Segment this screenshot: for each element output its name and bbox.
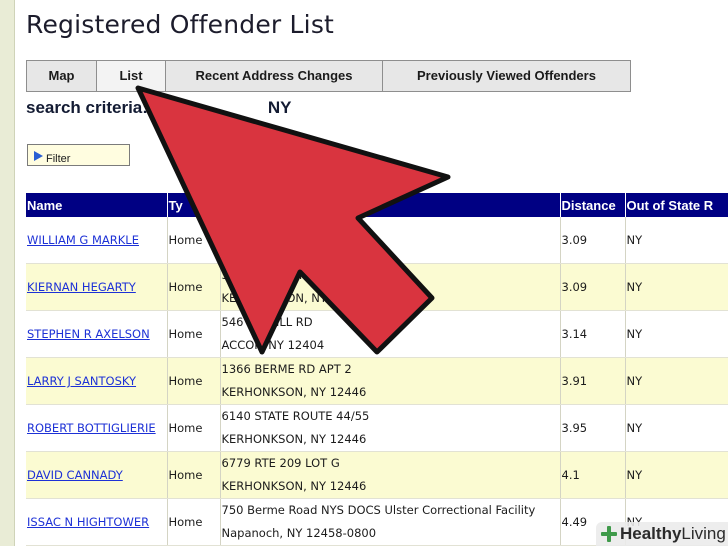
tab-recent-address-changes[interactable]: Recent Address Changes [165, 60, 383, 92]
address-line-1: 6140 STATE ROUTE 44/55 [221, 409, 370, 423]
address-line-1: 1366 BERME RD APT 2 [221, 362, 352, 376]
offender-name-link[interactable]: DAVID CANNADY [27, 468, 123, 482]
offender-table: Name Ty Distance Out of State R WILLIAM … [26, 193, 728, 546]
tab-bar: Map List Recent Address Changes Previous… [26, 60, 631, 92]
out-of-state-cell: NY [625, 310, 728, 358]
out-of-state-cell: NY [625, 217, 728, 264]
offender-name-link[interactable]: ROBERT BOTTIGLIERIE [27, 421, 156, 435]
column-header-name[interactable]: Name [26, 193, 168, 217]
offender-name-link[interactable]: STEPHEN R AXELSON [27, 327, 150, 341]
address-cell: 5 RD KER ON, NY 12 [220, 263, 561, 311]
type-cell: Home [167, 310, 221, 358]
address-line-1: 546 S KILL RD [221, 315, 313, 329]
address-cell: 6140 STATE ROUTE 44/55 KERHONKSON, NY 12… [220, 404, 561, 452]
type-cell: Home [167, 217, 221, 264]
offender-name-link[interactable]: LARRY J SANTOSKY [27, 374, 136, 388]
address-line-2: KERHONKSON, NY 12446 [221, 385, 367, 399]
search-criteria-label: search criteria: [26, 98, 148, 117]
out-of-state-cell: NY [625, 404, 728, 452]
type-cell: Home [167, 263, 221, 311]
watermark: Healthy Living [596, 522, 728, 546]
address-line-1: 5 RD [221, 268, 316, 282]
leaf-cross-icon [601, 526, 617, 542]
out-of-state-cell: NY [625, 357, 728, 405]
name-cell: KIERNAN HEGARTY [26, 263, 168, 311]
type-cell: Home [167, 451, 221, 499]
tab-map[interactable]: Map [26, 60, 97, 92]
type-cell: Home [167, 498, 221, 546]
address-line-2: KERHONKSON, NY 12446 [221, 432, 367, 446]
address-cell [220, 217, 561, 264]
distance-cell: 4.1 [560, 451, 626, 499]
search-criteria: search criteria: NY [26, 98, 292, 118]
name-cell: WILLIAM G MARKLE [26, 217, 168, 264]
watermark-text-bold: Healthy [620, 524, 682, 543]
page-panel: Registered Offender List Map List Recent… [14, 0, 728, 546]
table-row: KIERNAN HEGARTY Home 5 RD KER ON, NY 12 3.… [26, 263, 728, 311]
address-cell: 546 S KILL RD ACCOR NY 12404 [220, 310, 561, 358]
name-cell: ISSAC N HIGHTOWER [26, 498, 168, 546]
out-of-state-cell: NY [625, 451, 728, 499]
distance-cell: 3.14 [560, 310, 626, 358]
name-cell: STEPHEN R AXELSON [26, 310, 168, 358]
name-cell: DAVID CANNADY [26, 451, 168, 499]
column-header-address[interactable] [220, 193, 561, 217]
offender-table-wrap[interactable]: Name Ty Distance Out of State R WILLIAM … [26, 193, 728, 546]
table-row: LARRY J SANTOSKY Home 1366 BERME RD APT … [26, 357, 728, 405]
name-cell: LARRY J SANTOSKY [26, 357, 168, 405]
address-line-2: KERHONKSON, NY 12446 [221, 479, 367, 493]
table-header-row: Name Ty Distance Out of State R [26, 193, 728, 217]
page-title: Registered Offender List [26, 10, 335, 39]
distance-cell: 3.09 [560, 217, 626, 264]
column-header-distance[interactable]: Distance [560, 193, 626, 217]
table-row: WILLIAM G MARKLE Home 3.09 NY [26, 217, 728, 264]
tab-list[interactable]: List [96, 60, 166, 92]
search-criteria-value: NY [267, 98, 292, 117]
address-line-1: 750 Berme Road NYS DOCS Ulster Correctio… [221, 503, 536, 517]
name-cell: ROBERT BOTTIGLIERIE [26, 404, 168, 452]
address-cell: 6779 RTE 209 LOT G KERHONKSON, NY 12446 [220, 451, 561, 499]
offender-name-link[interactable]: ISSAC N HIGHTOWER [27, 515, 149, 529]
type-cell: Home [167, 404, 221, 452]
address-cell: 1366 BERME RD APT 2 KERHONKSON, NY 12446 [220, 357, 561, 405]
blue-triangle-icon [34, 151, 43, 161]
address-line-2: Napanoch, NY 12458-0800 [221, 526, 377, 540]
address-cell: 750 Berme Road NYS DOCS Ulster Correctio… [220, 498, 561, 546]
offender-name-link[interactable]: WILLIAM G MARKLE [27, 233, 139, 247]
filter-button-label: Filter [46, 153, 71, 165]
table-row: DAVID CANNADY Home 6779 RTE 209 LOT G KE… [26, 451, 728, 499]
watermark-text: Living [681, 524, 726, 543]
address-line-2: KER ON, NY 12 [221, 291, 346, 305]
table-row: STEPHEN R AXELSON Home 546 S KILL RD ACCO… [26, 310, 728, 358]
out-of-state-cell: NY [625, 263, 728, 311]
column-header-type[interactable]: Ty [167, 193, 221, 217]
offender-name-link[interactable]: KIERNAN HEGARTY [27, 280, 136, 294]
address-line-1: 6779 RTE 209 LOT G [221, 456, 340, 470]
distance-cell: 3.09 [560, 263, 626, 311]
table-row: ROBERT BOTTIGLIERIE Home 6140 STATE ROUT… [26, 404, 728, 452]
tab-previously-viewed-offenders[interactable]: Previously Viewed Offenders [382, 60, 631, 92]
column-header-out-of-state[interactable]: Out of State R [625, 193, 728, 217]
distance-cell: 3.95 [560, 404, 626, 452]
type-cell: Home [167, 357, 221, 405]
distance-cell: 3.91 [560, 357, 626, 405]
filter-button[interactable]: Filter [27, 144, 130, 166]
address-line-2: ACCOR NY 12404 [221, 338, 325, 352]
